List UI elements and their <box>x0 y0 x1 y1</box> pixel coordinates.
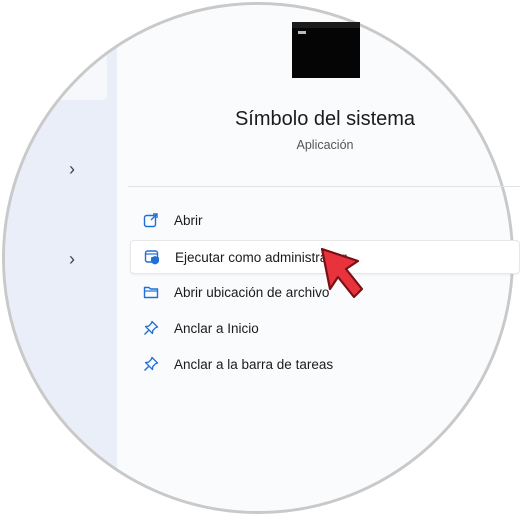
menu-item-label: Anclar a la barra de tareas <box>174 356 334 372</box>
run-as-admin-icon <box>143 248 161 266</box>
menu-item-pin-to-taskbar[interactable]: Anclar a la barra de tareas <box>130 348 520 380</box>
pointer-arrow-icon <box>320 247 364 299</box>
left-panel-header <box>5 5 107 100</box>
menu-item-pin-to-start[interactable]: Anclar a Inicio <box>130 312 520 344</box>
app-subtitle: Aplicación <box>296 138 354 152</box>
left-panel: › › <box>5 5 117 511</box>
pin-icon <box>142 355 160 373</box>
menu-item-label: Abrir ubicación de archivo <box>174 284 330 300</box>
app-title: Símbolo del sistema <box>234 108 416 130</box>
menu-item-label: Abrir <box>174 212 203 228</box>
divider <box>128 186 520 187</box>
chevron-right-icon[interactable]: › <box>69 250 85 268</box>
command-prompt-icon <box>292 22 360 78</box>
prompt-cursor <box>298 31 306 34</box>
pin-icon <box>142 319 160 337</box>
folder-icon <box>142 283 160 301</box>
menu-item-open[interactable]: Abrir <box>130 204 520 236</box>
open-external-icon <box>142 211 160 229</box>
window-titlebar <box>292 22 360 28</box>
chevron-right-icon[interactable]: › <box>69 160 85 178</box>
menu-item-label: Anclar a Inicio <box>174 320 259 336</box>
